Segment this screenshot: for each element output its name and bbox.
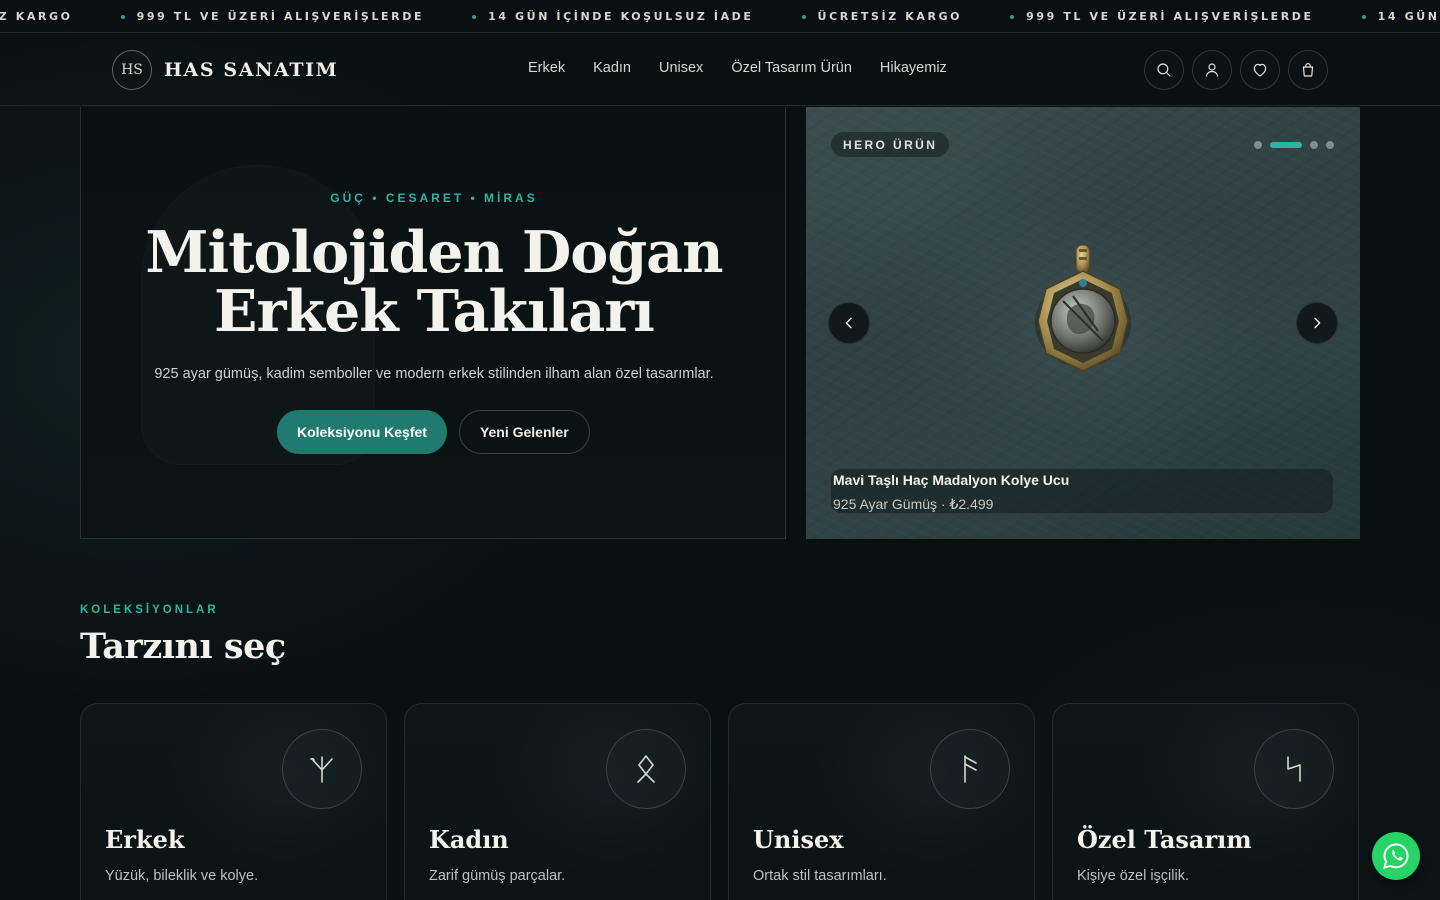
rune-badge bbox=[1254, 729, 1334, 809]
user-icon bbox=[1205, 63, 1219, 77]
announcement-item: 999 TL VE ÜZERİ ALIŞVERİŞLERDE bbox=[1010, 10, 1362, 23]
nav-link-hikayemiz[interactable]: Hikayemiz bbox=[880, 60, 947, 76]
brand-logo-link[interactable]: HS HAS SANATIM bbox=[112, 50, 338, 90]
carousel-indicators bbox=[1254, 141, 1334, 149]
hero-product-carousel: HERO ÜRÜN Mavi Taşlı Haç Madalyon Kolye … bbox=[806, 107, 1360, 539]
pendant-product-image bbox=[1035, 244, 1131, 372]
nav-link-ozel-tasarim[interactable]: Özel Tasarım Ürün bbox=[731, 60, 852, 76]
collection-card-kadin[interactable]: Kadın Zarif gümüş parçalar. bbox=[404, 703, 711, 900]
collection-card-title: Kadın bbox=[429, 825, 509, 854]
carousel-dot[interactable] bbox=[1326, 141, 1334, 149]
product-meta: 925 Ayar Gümüş · ₺2.499 bbox=[833, 496, 994, 512]
collection-card-title: Unisex bbox=[753, 825, 844, 854]
othala-rune-icon bbox=[637, 755, 655, 783]
cart-button[interactable] bbox=[1288, 50, 1328, 90]
announcement-text: İZ KARGO bbox=[0, 10, 73, 23]
hero-title-line-2: Erkek Takıları bbox=[214, 278, 655, 345]
announcement-bar: İZ KARGO 999 TL VE ÜZERİ ALIŞVERİŞLERDE … bbox=[0, 0, 1440, 33]
chevron-right-icon bbox=[1314, 317, 1321, 329]
carousel-next-button[interactable] bbox=[1296, 302, 1338, 344]
collection-card-title: Özel Tasarım bbox=[1077, 825, 1252, 854]
whatsapp-chat-button[interactable] bbox=[1372, 832, 1420, 880]
announcement-text: 999 TL VE ÜZERİ ALIŞVERİŞLERDE bbox=[1026, 10, 1314, 23]
carousel-dot[interactable] bbox=[1254, 141, 1262, 149]
bullet-dot-icon bbox=[801, 14, 806, 19]
whatsapp-icon bbox=[1383, 843, 1409, 869]
hero-product-badge: HERO ÜRÜN bbox=[830, 131, 951, 158]
ansuz-rune-icon bbox=[964, 755, 977, 783]
carousel-dot-active[interactable] bbox=[1270, 142, 1302, 148]
rune-badge bbox=[930, 729, 1010, 809]
wishlist-button[interactable] bbox=[1240, 50, 1280, 90]
announcement-track: İZ KARGO 999 TL VE ÜZERİ ALIŞVERİŞLERDE … bbox=[0, 10, 1440, 23]
brand-name: HAS SANATIM bbox=[164, 59, 339, 81]
bullet-dot-icon bbox=[120, 14, 125, 19]
carousel-dot[interactable] bbox=[1310, 141, 1318, 149]
collections-eyebrow: KOLEKSİYONLAR bbox=[80, 604, 219, 616]
announcement-item: ÜCRETSİZ KARGO bbox=[801, 10, 1011, 23]
product-caption[interactable]: Mavi Taşlı Haç Madalyon Kolye Ucu 925 Ay… bbox=[830, 468, 1334, 514]
search-button[interactable] bbox=[1144, 50, 1184, 90]
nav-link-unisex[interactable]: Unisex bbox=[659, 60, 703, 76]
account-button[interactable] bbox=[1192, 50, 1232, 90]
announcement-item: 999 TL VE ÜZERİ ALIŞVERİŞLERDE bbox=[120, 10, 473, 23]
rune-badge bbox=[606, 729, 686, 809]
new-arrivals-button[interactable]: Yeni Gelenler bbox=[458, 410, 590, 454]
brand-monogram: HS bbox=[112, 50, 152, 90]
collection-card-title: Erkek bbox=[105, 825, 185, 854]
announcement-item: 14 GÜN İÇİNDE KOŞULSUZ İADE bbox=[1361, 10, 1440, 23]
collection-card-desc: Ortak stil tasarımları. bbox=[753, 868, 887, 884]
carousel-prev-button[interactable] bbox=[828, 302, 870, 344]
hero-title: Mitolojiden Doğan Erkek Takıları bbox=[81, 223, 785, 341]
collection-card-erkek[interactable]: Erkek Yüzük, bileklik ve kolye. bbox=[80, 703, 387, 900]
nav-link-erkek[interactable]: Erkek bbox=[528, 60, 565, 76]
algiz-rune-icon bbox=[310, 756, 333, 783]
explore-collection-button[interactable]: Koleksiyonu Keşfet bbox=[277, 410, 447, 454]
collection-cards: Erkek Yüzük, bileklik ve kolye. Kadın Za… bbox=[80, 703, 1359, 900]
hero-panel: GÜÇ • CESARET • MİRAS Mitolojiden Doğan … bbox=[80, 107, 786, 539]
search-icon bbox=[1157, 63, 1171, 77]
shopping-bag-icon bbox=[1302, 63, 1314, 77]
collection-card-desc: Zarif gümüş parçalar. bbox=[429, 868, 566, 884]
site-header: HS HAS SANATIM Erkek Kadın Unisex Özel T… bbox=[0, 34, 1440, 106]
announcement-text: ÜCRETSİZ KARGO bbox=[817, 10, 963, 23]
hero-subtitle: 925 ayar gümüş, kadim semboller ve moder… bbox=[154, 366, 714, 382]
announcement-item: 14 GÜN İÇİNDE KOŞULSUZ İADE bbox=[472, 10, 801, 23]
hero-title-line-1: Mitolojiden Doğan bbox=[145, 219, 723, 286]
header-actions bbox=[1144, 50, 1328, 90]
bullet-dot-icon bbox=[1361, 14, 1366, 19]
collection-card-unisex[interactable]: Unisex Ortak stil tasarımları. bbox=[728, 703, 1035, 900]
announcement-text: 14 GÜN İÇİNDE KOŞULSUZ İADE bbox=[488, 10, 754, 23]
nav-link-kadin[interactable]: Kadın bbox=[593, 60, 631, 76]
announcement-text: 999 TL VE ÜZERİ ALIŞVERİŞLERDE bbox=[136, 10, 425, 23]
collections-title: Tarzını seç bbox=[80, 626, 286, 667]
collection-card-desc: Yüzük, bileklik ve kolye. bbox=[105, 868, 259, 884]
main-nav: Erkek Kadın Unisex Özel Tasarım Ürün Hik… bbox=[528, 60, 947, 76]
bullet-dot-icon bbox=[1010, 14, 1015, 19]
sowilo-rune-icon bbox=[1287, 756, 1301, 782]
chevron-left-icon bbox=[845, 317, 852, 329]
hero-cta-group: Koleksiyonu Keşfet Yeni Gelenler bbox=[277, 410, 590, 454]
heart-icon bbox=[1253, 63, 1267, 77]
bullet-dot-icon bbox=[472, 14, 477, 19]
rune-badge bbox=[282, 729, 362, 809]
collection-card-desc: Kişiye özel işçilik. bbox=[1077, 868, 1189, 884]
product-name: Mavi Taşlı Haç Madalyon Kolye Ucu bbox=[833, 472, 1070, 488]
hero-eyebrow: GÜÇ • CESARET • MİRAS bbox=[330, 191, 538, 205]
announcement-text: 14 GÜN İÇİNDE KOŞULSUZ İADE bbox=[1377, 10, 1440, 23]
collection-card-ozel-tasarim[interactable]: Özel Tasarım Kişiye özel işçilik. bbox=[1052, 703, 1359, 900]
announcement-item: İZ KARGO bbox=[0, 10, 121, 23]
